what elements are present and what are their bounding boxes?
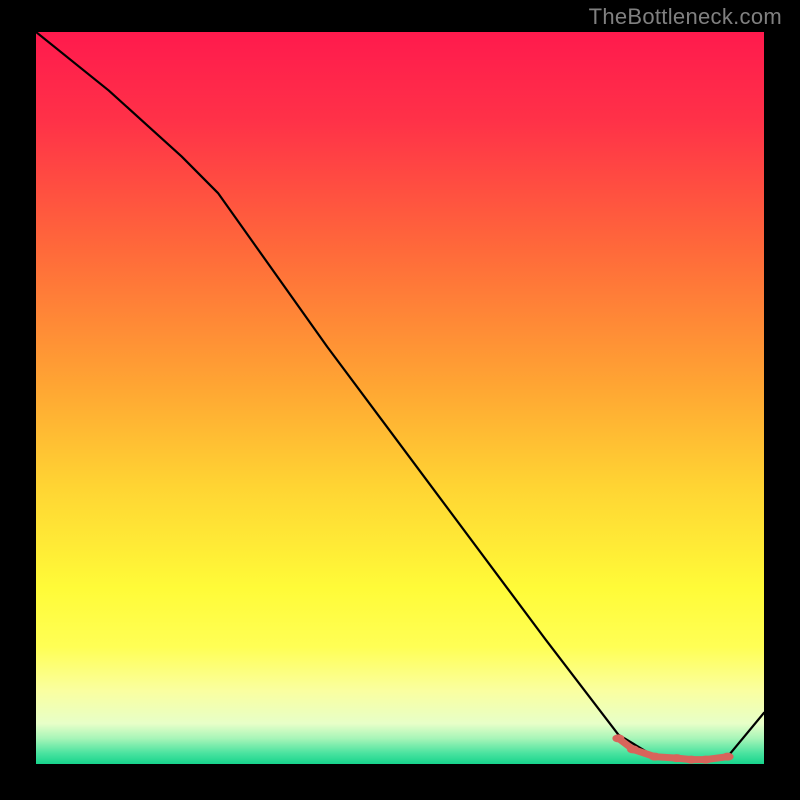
chart-lines xyxy=(36,32,764,764)
optimum-marker xyxy=(722,753,734,761)
bottleneck-curve xyxy=(36,32,764,760)
optimum-marker xyxy=(612,734,624,742)
watermark-text: TheBottleneck.com xyxy=(589,4,782,30)
optimum-marker xyxy=(649,753,661,761)
optimum-marker xyxy=(700,756,712,764)
optimum-marker xyxy=(685,756,697,764)
optimum-marker xyxy=(627,745,639,753)
optimum-marker-group xyxy=(612,734,733,763)
plot-area xyxy=(36,32,764,764)
optimum-marker xyxy=(671,754,683,762)
chart-frame: TheBottleneck.com xyxy=(0,0,800,800)
